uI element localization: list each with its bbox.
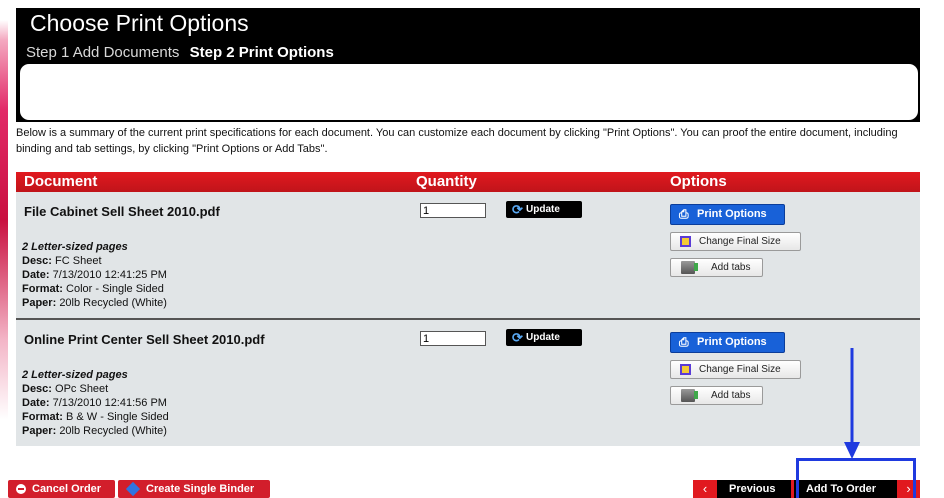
page-title: Choose Print Options [16, 8, 920, 38]
column-header-document: Document [24, 173, 98, 190]
step-1-link[interactable]: Step 1 Add Documents [26, 44, 179, 61]
change-final-size-label: Change Final Size [699, 236, 781, 247]
document-format: Color - Single Sided [66, 283, 164, 295]
annotation-arrow [844, 348, 860, 459]
minus-circle-icon [16, 484, 26, 494]
add-tabs-label: Add tabs [711, 262, 751, 273]
update-label: Update [526, 332, 560, 343]
document-details: 2 Letter-sized pages Desc: OPc Sheet Dat… [22, 368, 169, 438]
binder-icon [125, 481, 141, 497]
column-header-options: Options [670, 173, 727, 190]
print-options-button[interactable]: ⎙ Print Options [670, 332, 785, 353]
nav-divider [791, 480, 794, 498]
update-button[interactable]: ⟳ Update [506, 201, 582, 218]
document-pages: 2 Letter-sized pages [22, 241, 128, 253]
document-paper: 20lb Recycled (White) [59, 297, 167, 309]
change-final-size-button[interactable]: Change Final Size [670, 360, 801, 379]
change-final-size-button[interactable]: Change Final Size [670, 232, 801, 251]
date-label: Date: [22, 397, 50, 409]
add-tabs-button[interactable]: Add tabs [670, 258, 763, 277]
quantity-input[interactable] [420, 331, 486, 346]
document-pages: 2 Letter-sized pages [22, 369, 128, 381]
document-details: 2 Letter-sized pages Desc: FC Sheet Date… [22, 240, 167, 310]
step-content-box [20, 64, 918, 120]
table-row: File Cabinet Sell Sheet 2010.pdf 2 Lette… [16, 192, 920, 318]
resize-icon [680, 236, 691, 247]
desc-label: Desc: [22, 255, 52, 267]
change-final-size-label: Change Final Size [699, 364, 781, 375]
document-date: 7/13/2010 12:41:25 PM [52, 269, 167, 281]
add-tabs-button[interactable]: Add tabs [670, 386, 763, 405]
date-label: Date: [22, 269, 50, 281]
create-single-binder-label: Create Single Binder [146, 483, 255, 495]
update-button[interactable]: ⟳ Update [506, 329, 582, 346]
document-name: Online Print Center Sell Sheet 2010.pdf [24, 332, 265, 347]
document-paper: 20lb Recycled (White) [59, 425, 167, 437]
refresh-icon: ⟳ [512, 202, 523, 217]
tabs-icon [681, 389, 698, 402]
paper-label: Paper: [22, 425, 57, 437]
document-date: 7/13/2010 12:41:56 PM [52, 397, 167, 409]
tabs-icon [681, 261, 698, 274]
paper-label: Paper: [22, 297, 57, 309]
document-desc: OPc Sheet [55, 383, 109, 395]
format-label: Format: [22, 411, 63, 423]
cancel-order-button[interactable]: Cancel Order [8, 480, 115, 498]
steps-panel: Step 1 Add Documents Step 2 Print Option… [16, 38, 920, 122]
cancel-order-label: Cancel Order [32, 483, 102, 495]
document-desc: FC Sheet [55, 255, 102, 267]
quantity-input[interactable] [420, 203, 486, 218]
step-2-current: Step 2 Print Options [189, 44, 334, 61]
resize-icon [680, 364, 691, 375]
print-options-label: Print Options [697, 208, 767, 220]
create-single-binder-button[interactable]: Create Single Binder [118, 480, 270, 498]
format-label: Format: [22, 283, 63, 295]
printer-icon: ⎙ [679, 207, 689, 221]
refresh-icon: ⟳ [512, 330, 523, 345]
step-indicator: Step 1 Add Documents Step 2 Print Option… [26, 44, 334, 62]
previous-button[interactable]: Previous [729, 480, 775, 498]
table-row: Online Print Center Sell Sheet 2010.pdf … [16, 320, 920, 446]
print-options-button[interactable]: ⎙ Print Options [670, 204, 785, 225]
update-label: Update [526, 204, 560, 215]
left-accent-stripe [0, 0, 8, 498]
column-header-quantity: Quantity [416, 173, 477, 190]
printer-icon: ⎙ [679, 335, 689, 349]
document-name: File Cabinet Sell Sheet 2010.pdf [24, 204, 220, 219]
intro-text: Below is a summary of the current print … [16, 127, 898, 155]
add-tabs-label: Add tabs [711, 390, 751, 401]
annotation-highlight-box [796, 458, 916, 498]
document-format: B & W - Single Sided [66, 411, 169, 423]
table-header: Document Quantity Options [16, 172, 920, 192]
chevron-left-icon[interactable]: ‹ [693, 480, 717, 498]
print-options-label: Print Options [697, 336, 767, 348]
desc-label: Desc: [22, 383, 52, 395]
